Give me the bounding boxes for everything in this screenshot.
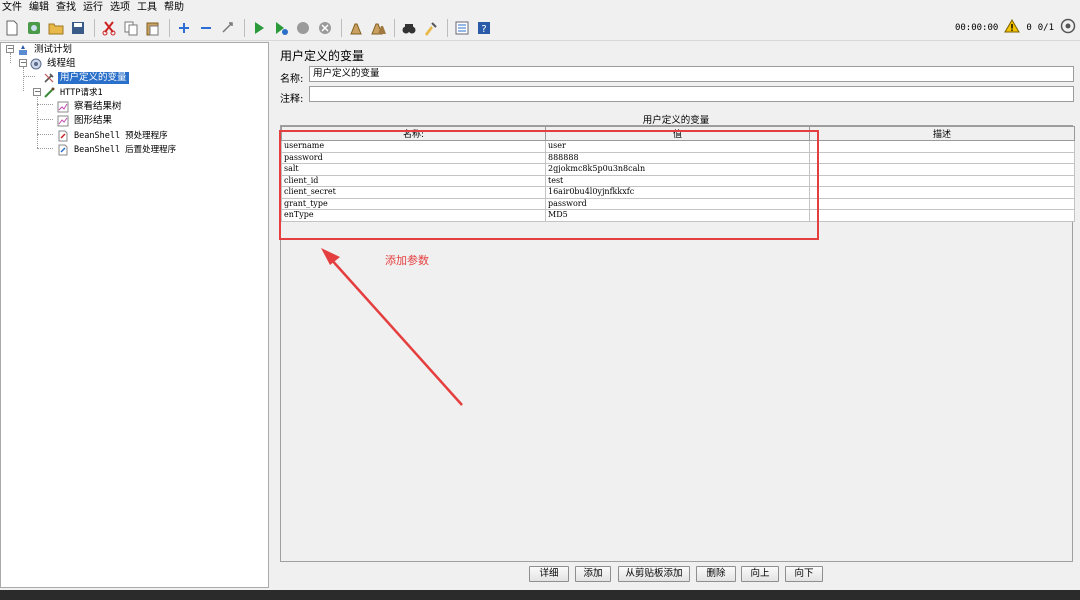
clear-icon[interactable] (346, 18, 366, 38)
toolbar-separator (169, 18, 170, 37)
tree-connector (37, 134, 53, 135)
preprocessor-icon (56, 130, 70, 142)
test-plan-tree: − 测试计划 − 线程组 用户定义的变量 − HTTP请求1 察看结果树 图形结… (0, 42, 269, 588)
tree-node-graph-results[interactable]: 图形结果 (56, 114, 114, 127)
collapse-icon[interactable] (196, 18, 216, 38)
move-up-button[interactable]: 向上 (741, 566, 779, 582)
name-label: 名称: (280, 74, 304, 85)
move-down-button[interactable]: 向下 (785, 566, 823, 582)
table-actions: 详细 添加 从剪贴板添加 删除 向上 向下 (0, 566, 1080, 582)
test-plan-icon (16, 44, 30, 56)
menu-file[interactable]: 文件 (2, 1, 22, 15)
svg-text:?: ? (481, 24, 486, 35)
config-panel: 用户定义的变量 名称: 用户定义的变量 注释: 用户定义的变量 名称: 值 描述… (272, 42, 1080, 588)
chart-icon (56, 101, 70, 113)
paste-icon[interactable] (143, 18, 163, 38)
status-area: 00:00:00 0 0/1 (955, 18, 1076, 37)
start-icon[interactable] (249, 18, 269, 38)
elapsed-timer: 00:00:00 (954, 22, 999, 33)
menu-run[interactable]: 运行 (83, 1, 103, 15)
help-icon[interactable]: ? (474, 18, 494, 38)
column-header-description[interactable]: 描述 (809, 126, 1075, 141)
detail-button[interactable]: 详细 (529, 566, 569, 582)
cut-icon[interactable] (99, 18, 119, 38)
toolbar-separator (244, 18, 245, 37)
cell-description[interactable] (809, 140, 1075, 153)
save-icon[interactable] (68, 18, 88, 38)
menu-tools[interactable]: 工具 (137, 1, 157, 15)
shutdown-icon[interactable] (315, 18, 335, 38)
menu-search[interactable]: 查找 (56, 1, 76, 15)
table-title: 用户定义的变量 (642, 115, 710, 126)
annotation-text: 添加参数 (385, 254, 429, 267)
open-icon[interactable] (46, 18, 66, 38)
tree-connector (37, 148, 53, 149)
toolbar: ? 00:00:00 0 0/1 (0, 15, 1080, 41)
search-icon[interactable] (399, 18, 419, 38)
remote-status-icon (1060, 18, 1076, 37)
tree-connector (23, 76, 35, 77)
menu-help[interactable]: 帮助 (164, 1, 184, 15)
cell-description[interactable] (809, 174, 1075, 187)
tree-node-http-request[interactable]: HTTP请求1 (42, 86, 105, 99)
add-button[interactable]: 添加 (575, 566, 611, 582)
cell-description[interactable] (809, 151, 1075, 164)
name-field[interactable]: 用户定义的变量 (309, 66, 1074, 82)
tree-connector (23, 67, 24, 91)
tree-connector (37, 104, 53, 105)
start-no-pause-icon[interactable] (271, 18, 291, 38)
reset-search-icon[interactable] (421, 18, 441, 38)
graph-icon (56, 115, 70, 127)
tree-node-test-plan[interactable]: 测试计划 (16, 43, 74, 56)
stop-icon[interactable] (293, 18, 313, 38)
menu-options[interactable]: 选项 (110, 1, 130, 15)
toolbar-separator (94, 18, 95, 37)
tree-connector (37, 119, 53, 120)
cell-description[interactable] (809, 197, 1075, 210)
expand-icon[interactable] (174, 18, 194, 38)
thread-group-icon (29, 58, 43, 70)
warning-count: 0 (1026, 22, 1032, 33)
page-title: 用户定义的变量 (280, 49, 365, 63)
collapse-toggle[interactable]: − (33, 88, 41, 96)
tree-node-view-results-tree[interactable]: 察看结果树 (56, 100, 124, 113)
copy-icon[interactable] (121, 18, 141, 38)
tree-node-beanshell-post[interactable]: BeanShell 后置处理程序 (56, 143, 178, 156)
comment-field[interactable] (309, 86, 1074, 102)
toolbar-separator (394, 18, 395, 37)
clear-all-icon[interactable] (368, 18, 388, 38)
warning-icon[interactable] (1004, 19, 1021, 36)
tree-node-beanshell-pre[interactable]: BeanShell 预处理程序 (56, 129, 170, 142)
add-from-clipboard-button[interactable]: 从剪贴板添加 (618, 566, 690, 582)
collapse-toggle[interactable]: − (19, 59, 27, 67)
pipette-icon (42, 87, 56, 99)
function-helper-icon[interactable] (452, 18, 472, 38)
menu-bar: 文件 编辑 查找 运行 选项 工具 帮助 (0, 0, 1080, 15)
collapse-toggle[interactable]: − (6, 45, 14, 53)
toggle-icon[interactable] (218, 18, 238, 38)
comment-label: 注释: (280, 94, 304, 105)
taskbar-strip (0, 590, 1080, 600)
new-icon[interactable] (2, 18, 22, 38)
annotation-highlight-box (279, 130, 819, 240)
active-threads: 0/1 (1037, 22, 1054, 33)
tree-node-user-variables[interactable]: 用户定义的变量 (42, 71, 129, 84)
cell-description[interactable] (809, 163, 1075, 176)
cell-description[interactable] (809, 186, 1075, 199)
tree-connector (37, 95, 38, 148)
toolbar-separator (447, 18, 448, 37)
delete-button[interactable]: 删除 (696, 566, 736, 582)
toolbar-separator (341, 18, 342, 37)
wrench-icon (42, 72, 56, 84)
tree-connector (10, 53, 11, 63)
postprocessor-icon (56, 144, 70, 156)
tree-node-thread-group[interactable]: 线程组 (29, 57, 78, 70)
cell-description[interactable] (809, 209, 1075, 222)
menu-edit[interactable]: 编辑 (29, 1, 49, 15)
templates-icon[interactable] (24, 18, 44, 38)
